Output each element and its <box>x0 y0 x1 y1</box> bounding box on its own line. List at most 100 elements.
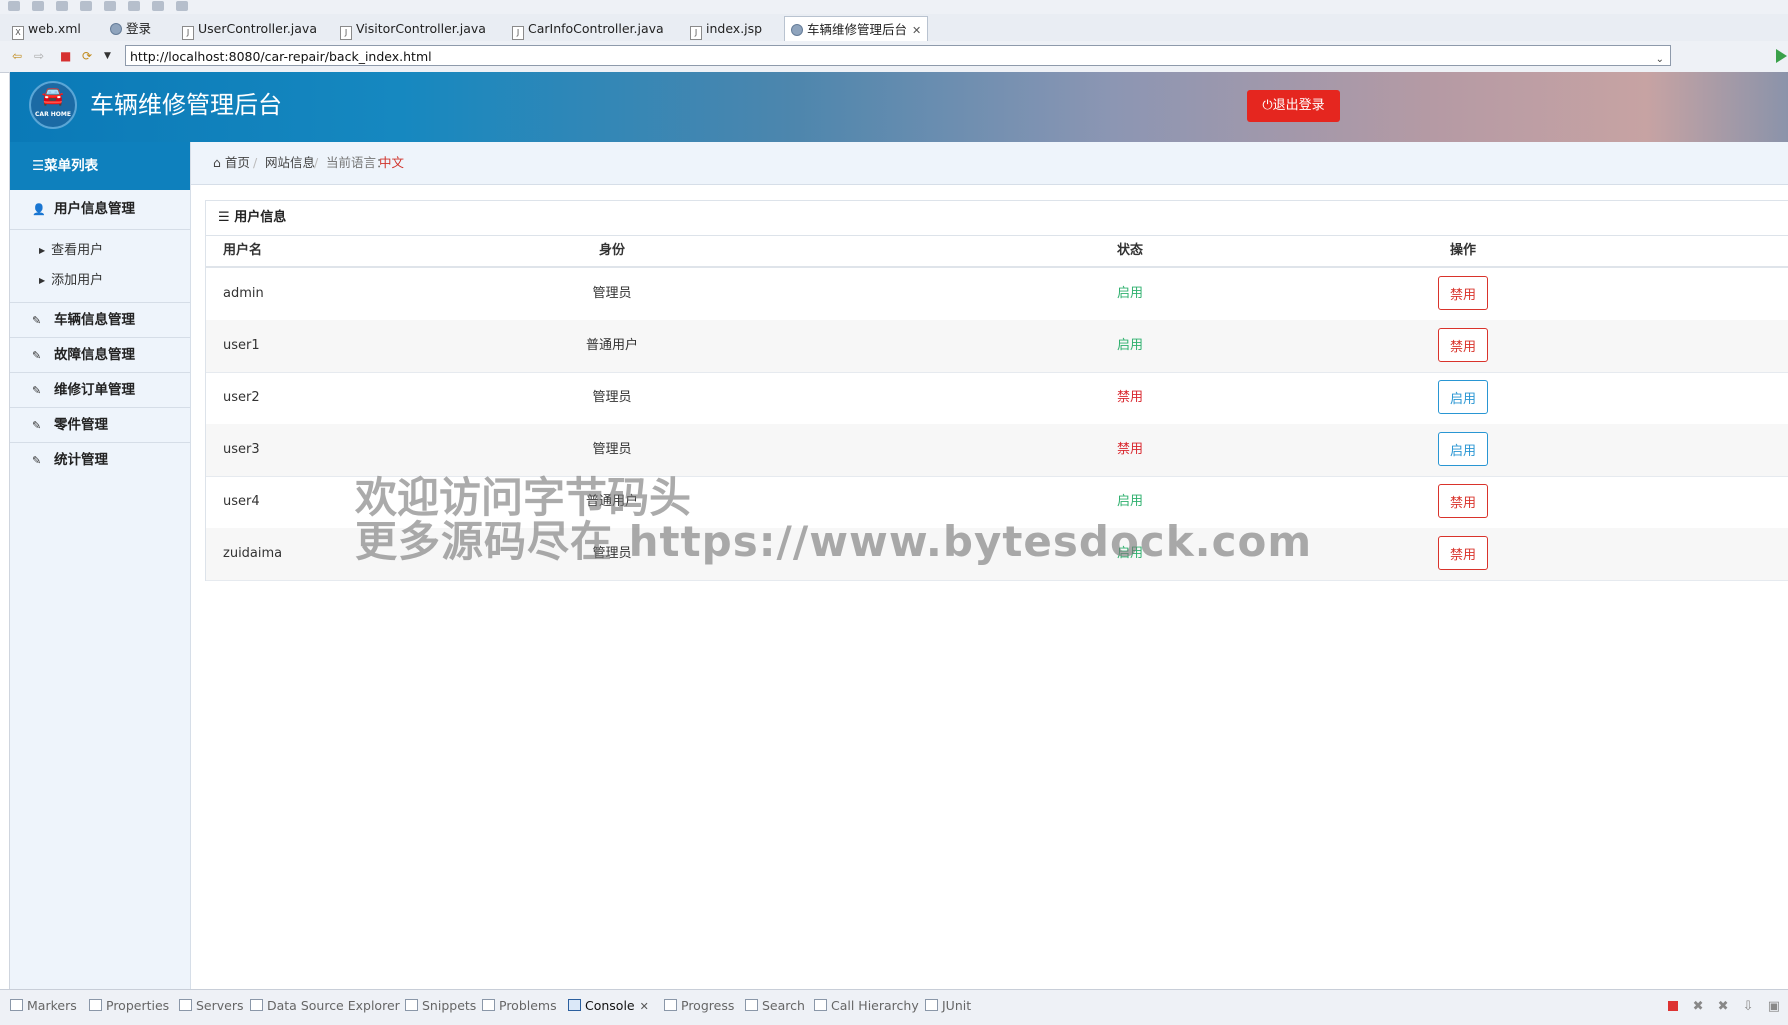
toolbar-icon[interactable] <box>176 1 188 11</box>
editor-tab-index-jsp[interactable]: Jindex.jsp <box>690 17 762 40</box>
view-tab-progress[interactable]: Progress <box>664 998 734 1013</box>
logout-button[interactable]: ⏻退出登录 <box>1247 90 1340 122</box>
menu-heading-label: 菜单列表 <box>44 158 99 174</box>
enable-user-button[interactable]: 启用 <box>1438 380 1488 414</box>
view-tab-label: Call Hierarchy <box>831 998 919 1013</box>
view-tab-properties[interactable]: Properties <box>89 998 169 1013</box>
breadcrumb-site-info[interactable]: 网站信息 <box>265 142 315 184</box>
sidebar-item-label: 零件管理 <box>54 417 108 433</box>
breadcrumb-separator: / <box>314 155 319 170</box>
view-tab-junit[interactable]: JUnit <box>925 998 971 1013</box>
user-icon: 👤 <box>32 203 46 216</box>
site-header: 🚘 CAR HOME 车辆维修管理后台 ⏻退出登录 <box>10 72 1788 142</box>
view-tab-search[interactable]: Search <box>745 998 805 1013</box>
view-tab-problems[interactable]: Problems <box>482 998 557 1013</box>
toolbar-icon[interactable] <box>128 1 140 11</box>
disable-user-button[interactable]: 禁用 <box>1438 276 1488 310</box>
view-tab-markers[interactable]: Markers <box>10 998 77 1013</box>
username-cell: user2 <box>223 390 260 405</box>
table-row: user4 普通用户 启用 禁用 <box>206 476 1788 529</box>
disable-user-button[interactable]: 禁用 <box>1438 484 1488 518</box>
close-icon[interactable]: ✕ <box>912 24 921 37</box>
toolbar-icon[interactable] <box>152 1 164 11</box>
tab-label: index.jsp <box>706 21 763 36</box>
back-icon[interactable]: ⇦ <box>12 50 22 62</box>
sidebar-item-label: 故障信息管理 <box>54 347 135 363</box>
sidebar-item-user-management[interactable]: 👤 用户信息管理 <box>10 190 190 230</box>
view-tab-label: Problems <box>499 998 557 1013</box>
editor-tab-carinfo-controller[interactable]: J CarInfoController.java <box>512 17 664 40</box>
web-page: 🚘 CAR HOME 车辆维修管理后台 ⏻退出登录 ☰菜单列表 👤 用户信息管理 … <box>9 72 1788 989</box>
breadcrumb-home[interactable]: ⌂ 首页 <box>213 142 250 184</box>
pin-console-icon[interactable]: ▣ <box>1768 999 1780 1014</box>
history-dropdown-icon[interactable]: ▼ <box>104 50 111 62</box>
sidebar-subitem-add-user[interactable]: ▶ 添加用户 <box>10 266 190 296</box>
browser-address-row: ⇦ ⇨ ■ ⟳ ▼ http://localhost:8080/car-repa… <box>0 41 1788 73</box>
toolbar-icon[interactable] <box>104 1 116 11</box>
junit-icon <box>925 999 938 1011</box>
sidebar-item-vehicle-management[interactable]: ✎ 车辆信息管理 <box>10 303 190 338</box>
remove-launch-icon[interactable]: ✖ <box>1693 999 1704 1014</box>
remove-all-icon[interactable]: ✖ <box>1718 999 1729 1014</box>
view-tab-label: Progress <box>681 998 735 1013</box>
view-tab-console[interactable]: Console ✕ <box>568 998 649 1013</box>
view-tab-snippets[interactable]: Snippets <box>405 998 476 1013</box>
terminate-icon[interactable] <box>1668 1001 1679 1011</box>
status-badge: 启用 <box>1116 338 1144 353</box>
sidebar-item-repair-order-management[interactable]: ✎ 维修订单管理 <box>10 373 190 408</box>
stop-icon[interactable]: ■ <box>60 50 71 62</box>
close-icon[interactable]: ✕ <box>640 1000 649 1013</box>
tab-label: 车辆维修管理后台 <box>807 22 908 37</box>
editor-tab-user-controller[interactable]: J UserController.java <box>182 17 317 40</box>
table-row: user1 普通用户 启用 禁用 <box>206 320 1788 373</box>
forward-icon[interactable]: ⇨ <box>34 50 44 62</box>
editor-tab-web-xml[interactable]: Xweb.xml <box>12 17 81 40</box>
username-cell: zuidaima <box>223 546 283 561</box>
disable-user-button[interactable]: 禁用 <box>1438 328 1488 362</box>
disable-user-button[interactable]: 禁用 <box>1438 536 1488 570</box>
browser-globe-icon <box>110 23 122 35</box>
properties-icon <box>89 999 102 1011</box>
editor-tab-bar: Xweb.xml 登录 J UserController.java J Visito… <box>0 14 1788 42</box>
username-cell: user4 <box>223 494 260 509</box>
toolbar-icon[interactable] <box>8 1 20 11</box>
enable-user-button[interactable]: 启用 <box>1438 432 1488 466</box>
chevron-down-icon[interactable]: ⌄ <box>1656 49 1664 70</box>
table-row: user2 管理员 禁用 启用 <box>206 372 1788 425</box>
user-info-panel: ☰ 用户信息 用户名 身份 状态 操作 admin 管理员 启用 禁用 user1 普通用… <box>205 200 1788 581</box>
servers-icon <box>179 999 192 1011</box>
toolbar-icon[interactable] <box>32 1 44 11</box>
sidebar-subitem-view-users[interactable]: ▶ 查看用户 <box>10 236 190 266</box>
role-text: 普通用户 <box>585 338 639 353</box>
editor-tab-visitor-controller[interactable]: J VisitorController.java <box>340 17 486 40</box>
role-text: 管理员 <box>592 546 632 561</box>
view-tab-data-source-explorer[interactable]: Data Source Explorer <box>250 998 400 1013</box>
toolbar-icon[interactable] <box>56 1 68 11</box>
snippets-icon <box>405 999 418 1011</box>
panel-title: ☰ 用户信息 <box>206 201 1788 236</box>
sidebar-item-fault-management[interactable]: ✎ 故障信息管理 <box>10 338 190 373</box>
tab-label: 登录 <box>126 21 152 36</box>
table-header: 用户名 身份 状态 操作 <box>206 236 1788 268</box>
sidebar-item-label: 用户信息管理 <box>54 201 135 217</box>
refresh-icon[interactable]: ⟳ <box>82 50 92 62</box>
java-file-icon: J <box>182 26 194 40</box>
power-icon: ⏻ <box>1262 98 1273 113</box>
sidebar-item-parts-management[interactable]: ✎ 零件管理 <box>10 408 190 443</box>
go-icon[interactable] <box>1776 49 1787 63</box>
panel-title-label: 用户信息 <box>234 210 287 225</box>
scroll-lock-icon[interactable]: ⇩ <box>1743 999 1754 1014</box>
editor-tab-admin-page[interactable]: 车辆维修管理后台 ✕ <box>784 16 929 42</box>
toolbar-icon[interactable] <box>80 1 92 11</box>
view-tab-call-hierarchy[interactable]: Call Hierarchy <box>814 998 919 1013</box>
sidebar-item-statistics-management[interactable]: ✎ 统计管理 <box>10 443 190 477</box>
username-cell: admin <box>223 286 264 301</box>
url-text: http://localhost:8080/car-repair/back_in… <box>130 49 432 64</box>
view-tab-servers[interactable]: Servers <box>179 998 244 1013</box>
editor-tab-login[interactable]: 登录 <box>110 17 151 40</box>
view-tab-label: Console <box>585 998 635 1013</box>
column-header-label: 操作 <box>1449 243 1477 258</box>
url-input[interactable]: http://localhost:8080/car-repair/back_in… <box>125 45 1671 66</box>
breadcrumb: ⌂ 首页 / 网站信息 / 当前语言： 中文 <box>191 142 1788 185</box>
markers-icon <box>10 999 23 1011</box>
